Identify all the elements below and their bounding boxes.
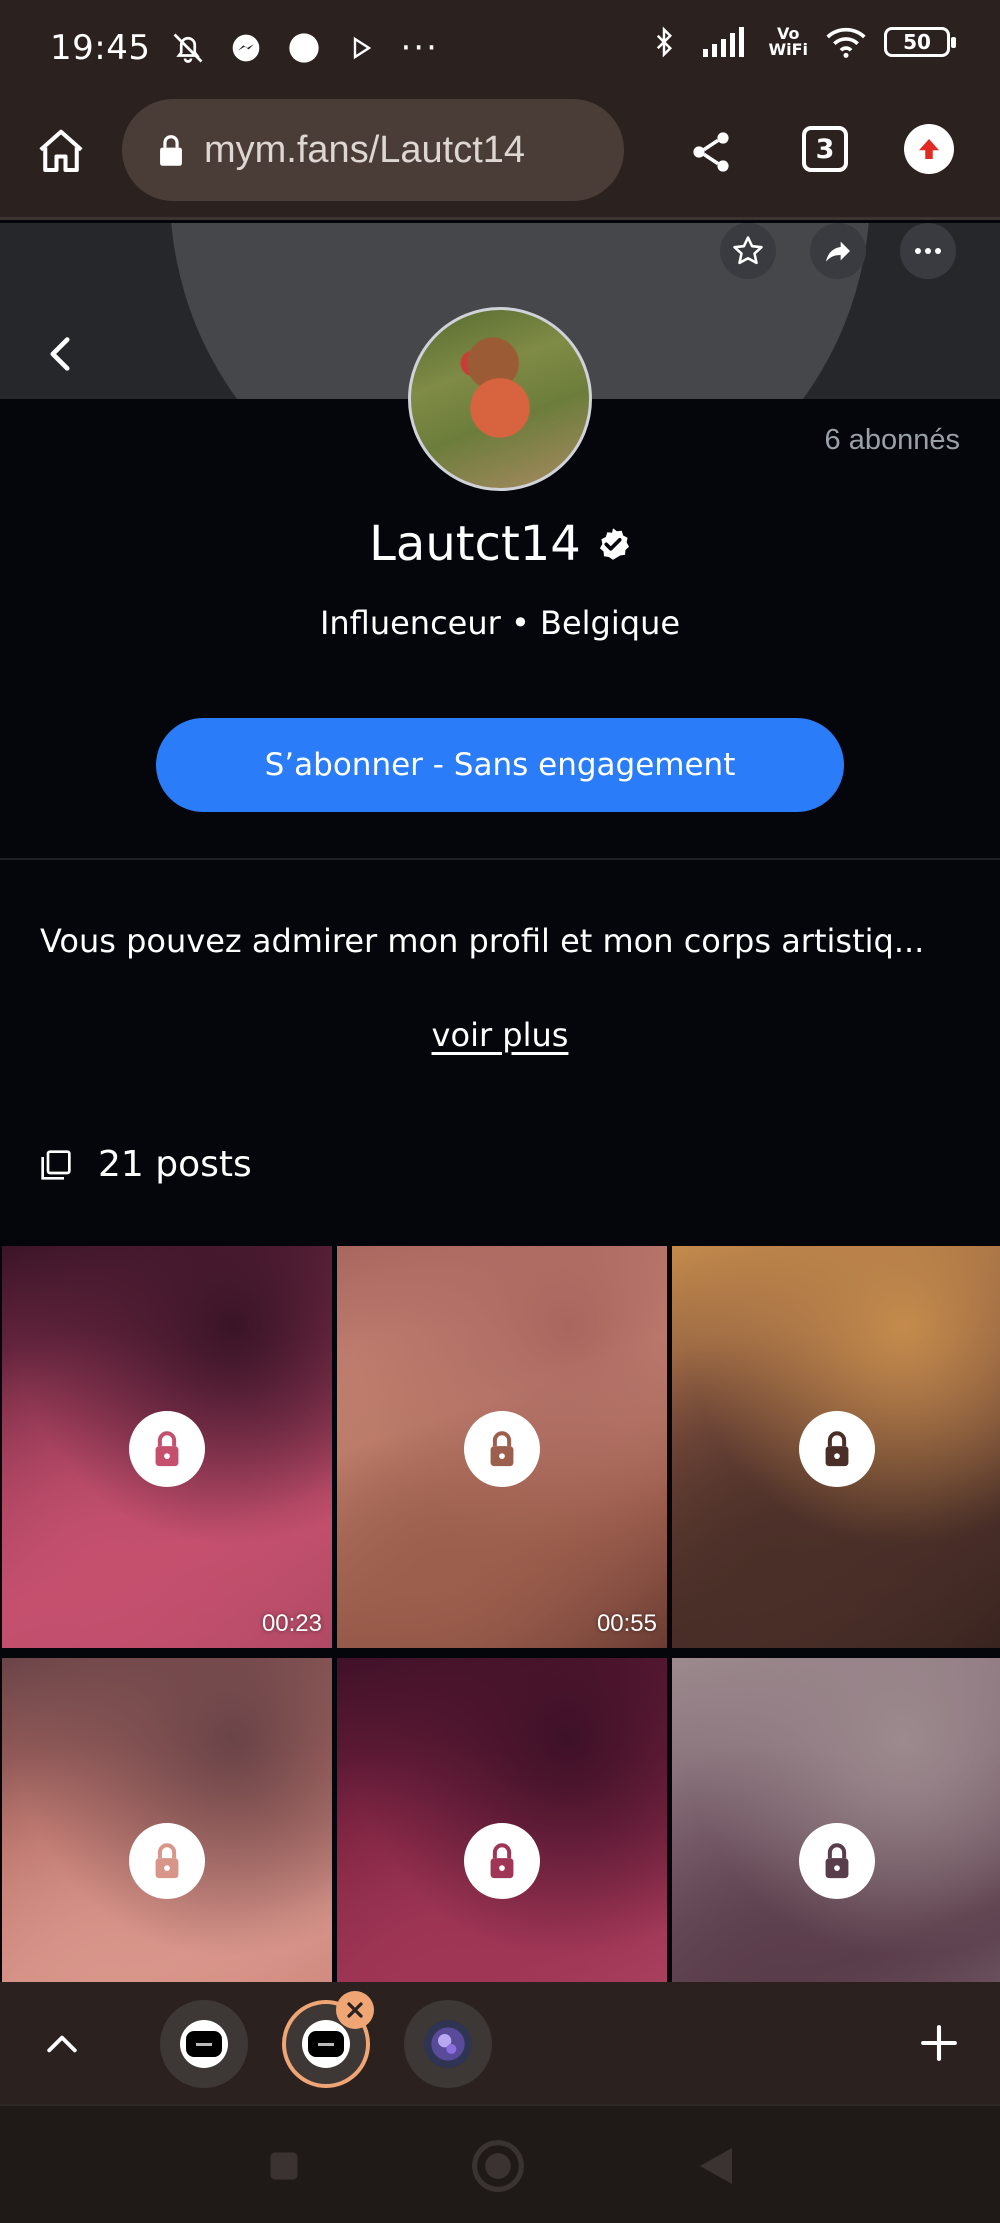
close-icon [347, 2002, 363, 2018]
share-button[interactable] [680, 121, 742, 183]
square-icon [270, 2152, 298, 2180]
home-icon [39, 129, 83, 173]
home-button[interactable] [30, 121, 92, 183]
post-tile[interactable]: 00:55 [337, 1246, 667, 1648]
expand-tabs-button[interactable] [40, 2022, 84, 2066]
post-tile[interactable] [2, 1658, 332, 1982]
lock-icon [160, 135, 182, 166]
locked-content-icon [799, 1823, 875, 1899]
profile-category-location: Influenceur • Belgique [319, 604, 681, 642]
video-duration: 00:23 [261, 1610, 322, 1637]
see-more-link[interactable]: voir plus [0, 1016, 1000, 1054]
wifi-label: WiFi [768, 40, 808, 59]
triangle-back-icon [700, 2148, 732, 2184]
post-tile[interactable] [672, 1246, 1000, 1648]
notification-dot-icon [284, 28, 324, 68]
vowifi-indicator: Vo WiFi [768, 26, 808, 58]
back-button[interactable] [40, 334, 80, 374]
posts-count: 21 posts [98, 1144, 252, 1185]
favorite-button[interactable] [720, 223, 776, 279]
star-icon [733, 236, 763, 265]
play-store-icon [342, 28, 382, 68]
wifi-icon [826, 22, 866, 62]
plus-icon [921, 2025, 957, 2061]
forward-arrow-icon [826, 241, 850, 262]
username-row: Lautct14 [0, 516, 1000, 572]
url-text: mym.fans/Lautct14 [204, 128, 526, 171]
messenger-icon [226, 28, 266, 68]
locked-content-icon [464, 1411, 540, 1487]
tab-thumbnail-other[interactable] [404, 2000, 492, 2088]
recent-apps-button[interactable] [256, 2138, 312, 2194]
posts-icon [41, 1149, 71, 1180]
share-icon [693, 132, 729, 172]
system-navigation-bar [0, 2104, 1000, 2223]
verified-badge-icon [599, 528, 629, 560]
profile-bio: Vous pouvez admirer mon profil et mon co… [40, 922, 925, 960]
close-tab-button[interactable] [336, 1991, 374, 2029]
upload-arrow-icon [919, 139, 939, 159]
circle-home-icon [472, 2140, 524, 2192]
chevron-left-icon [50, 337, 70, 371]
globe-favicon-icon [424, 2020, 472, 2068]
subscriber-count: 6 abonnés [824, 424, 960, 456]
address-bar[interactable]: mym.fans/Lautct14 [122, 99, 624, 201]
muted-bell-icon [168, 28, 208, 68]
browser-tab-strip [0, 1982, 1000, 2104]
browser-toolbar: mym.fans/Lautct14 3 [0, 96, 1000, 220]
extension-button[interactable] [904, 124, 954, 174]
locked-content-icon [464, 1823, 540, 1899]
post-tile[interactable] [337, 1658, 667, 1982]
post-tile[interactable]: 00:23 [2, 1246, 332, 1648]
posts-grid: 00:23 00:55 [0, 1246, 1000, 1982]
chevron-up-icon [47, 2035, 77, 2053]
section-divider [0, 858, 1000, 860]
tab-thumbnail-mym-1[interactable] [160, 2000, 248, 2088]
username: Lautct14 [369, 516, 581, 572]
locked-content-icon [799, 1411, 875, 1487]
avatar[interactable] [408, 307, 592, 491]
back-nav-button[interactable] [688, 2138, 744, 2194]
tab-switcher-button[interactable]: 3 [802, 126, 848, 172]
video-duration: 00:55 [596, 1610, 657, 1637]
status-bar: 19:45 ··· Vo WiFi 50 [0, 0, 1000, 96]
status-time: 19:45 [50, 28, 151, 68]
posts-header: 21 posts [40, 1144, 252, 1185]
new-tab-button[interactable] [916, 2020, 962, 2066]
subscribe-button[interactable]: S’abonner - Sans engagement [156, 718, 844, 812]
locked-content-icon [129, 1823, 205, 1899]
ellipsis-icon [915, 248, 941, 254]
mym-favicon-icon [180, 2020, 228, 2068]
share-profile-button[interactable] [810, 223, 866, 279]
home-nav-button[interactable] [470, 2138, 526, 2194]
locked-content-icon [129, 1411, 205, 1487]
signal-icon [702, 22, 750, 62]
bluetooth-icon [644, 22, 684, 62]
mym-favicon-icon [302, 2020, 350, 2068]
more-options-button[interactable] [900, 223, 956, 279]
post-tile[interactable] [672, 1658, 1000, 1982]
battery-indicator: 50 [884, 27, 956, 57]
more-notifications: ··· [400, 28, 439, 68]
